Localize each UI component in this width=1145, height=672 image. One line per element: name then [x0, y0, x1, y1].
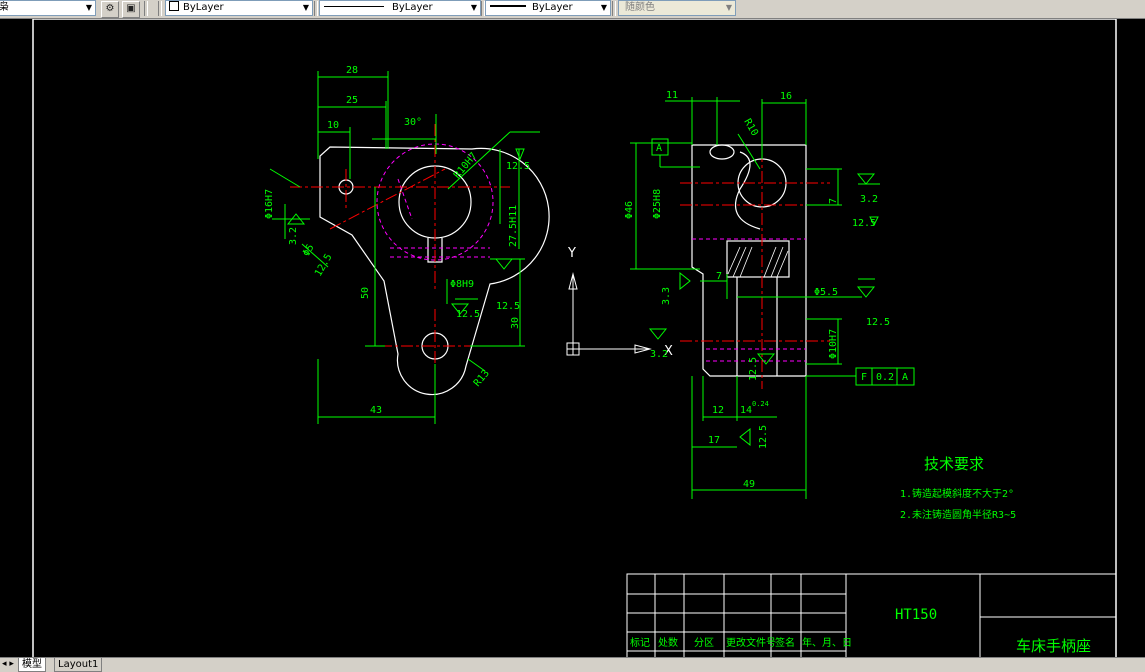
plotstyle-dropdown[interactable]: 随颜色 ▼: [618, 0, 736, 16]
tab-model[interactable]: 模型: [18, 658, 46, 672]
ucs-icon: Y X: [566, 246, 673, 359]
svg-text:分区: 分区: [694, 637, 714, 649]
tab-layout1[interactable]: Layout1: [54, 658, 103, 672]
svg-text:12.5: 12.5: [506, 161, 530, 172]
plotstyle-dropdown-label: 随颜色: [625, 2, 655, 13]
svg-text:更改文件号: 更改文件号: [726, 636, 776, 649]
layer-state-label: 枭: [0, 2, 9, 13]
left-view: 28 25 10 30° R10H7 12.5 Φ16H7 3.2 27.5H1…: [264, 65, 550, 424]
svg-text:25: 25: [346, 95, 358, 106]
svg-text:12.5: 12.5: [852, 218, 876, 229]
svg-text:年、月、日: 年、月、日: [802, 636, 852, 649]
linetype-preview-icon: [324, 6, 384, 7]
svg-text:30: 30: [510, 317, 521, 329]
svg-text:Φ25H8: Φ25H8: [652, 189, 663, 219]
svg-text:Φ10H7: Φ10H7: [828, 329, 839, 359]
svg-text:R13: R13: [472, 368, 492, 389]
svg-text:R10: R10: [741, 117, 760, 138]
svg-text:49: 49: [743, 479, 755, 490]
chevron-down-icon: ▼: [470, 3, 477, 12]
right-view-dims: [630, 97, 915, 499]
svg-text:43: 43: [370, 405, 382, 416]
drawing-canvas[interactable]: 28 25 10 30° R10H7 12.5 Φ16H7 3.2 27.5H1…: [0, 19, 1145, 657]
svg-text:A: A: [902, 372, 908, 383]
right-view: 11 16 R10 A Φ46 Φ25H8 7 3.2 12.5 7 3.3 Φ…: [624, 90, 915, 499]
linetype-dropdown[interactable]: ByLayer ▼: [319, 0, 481, 16]
linetype-dropdown-label: ByLayer: [392, 2, 433, 13]
technical-requirements: 技术要求 1.铸造起模斜度不大于2° 2.未注铸造圆角半径R3~5: [900, 455, 1016, 521]
title-material: HT150: [895, 607, 937, 623]
properties-toolbar: 枭 ▼ ⚙ ▣ ByLayer ▼ ByLayer ▼ ByLayer ▼ 随颜…: [0, 0, 1145, 19]
color-swatch-icon: [169, 1, 179, 11]
tab-nav-arrows-icon[interactable]: ◂ ▸: [2, 658, 14, 671]
svg-text:0.2: 0.2: [876, 372, 894, 383]
lineweight-preview-icon: [490, 5, 526, 7]
toolbar-separator: [612, 1, 616, 16]
svg-text:3.3: 3.3: [661, 287, 672, 305]
svg-text:Φ16H7: Φ16H7: [264, 189, 275, 219]
color-dropdown[interactable]: ByLayer ▼: [165, 0, 313, 16]
title-block-text: HT150 车床手柄座 标记 处数 分区 更改文件号 签名 年、月、日: [630, 607, 1091, 655]
chevron-down-icon: ▼: [600, 3, 607, 12]
svg-text:12: 12: [712, 405, 724, 416]
tech-req-line1: 1.铸造起模斜度不大于2°: [900, 487, 1014, 500]
svg-text:标记: 标记: [630, 637, 650, 649]
svg-text:F: F: [861, 372, 867, 383]
chevron-down-icon: ▼: [302, 3, 309, 12]
svg-text:7: 7: [828, 198, 839, 204]
svg-text:3.2: 3.2: [860, 194, 878, 205]
svg-text:A: A: [656, 143, 662, 154]
svg-text:10: 10: [327, 120, 339, 131]
svg-text:7: 7: [716, 271, 722, 282]
svg-text:12.5: 12.5: [496, 301, 520, 312]
svg-text:11: 11: [666, 90, 678, 101]
right-view-hatch: [727, 246, 789, 278]
color-dropdown-label: ByLayer: [183, 2, 224, 13]
svg-text:17: 17: [708, 435, 720, 446]
layer-previous-icon[interactable]: ▣: [122, 1, 140, 18]
sheet-border: [32, 19, 1117, 657]
chevron-down-icon: ▼: [725, 3, 732, 12]
toolbar-separator: [144, 1, 148, 16]
chevron-down-icon: ▼: [85, 3, 92, 12]
toolbar-separator: [314, 1, 318, 16]
svg-text:R10H7: R10H7: [452, 151, 480, 181]
layout-tabs-bar: ◂ ▸ 模型 Layout1: [0, 657, 1145, 672]
tech-req-line2: 2.未注铸造圆角半径R3~5: [900, 508, 1016, 521]
svg-text:签名: 签名: [775, 636, 795, 649]
lineweight-dropdown[interactable]: ByLayer ▼: [485, 0, 611, 16]
tech-req-title: 技术要求: [924, 455, 984, 473]
svg-text:处数: 处数: [658, 636, 678, 649]
svg-text:12.5: 12.5: [748, 357, 759, 381]
cad-drawing[interactable]: 28 25 10 30° R10H7 12.5 Φ16H7 3.2 27.5H1…: [0, 19, 1145, 657]
svg-text:0.24: 0.24: [752, 400, 769, 408]
svg-text:12.5: 12.5: [758, 425, 769, 449]
layer-state-dropdown[interactable]: 枭 ▼: [0, 0, 96, 16]
lineweight-dropdown-label: ByLayer: [532, 2, 573, 13]
svg-text:28: 28: [346, 65, 358, 76]
svg-text:16: 16: [780, 91, 792, 102]
svg-text:12.5: 12.5: [456, 309, 480, 320]
ucs-y-label: Y: [567, 246, 576, 261]
svg-text:50: 50: [360, 287, 371, 299]
svg-text:Φ5.5: Φ5.5: [814, 287, 838, 298]
svg-text:3.2: 3.2: [288, 227, 299, 245]
svg-text:14: 14: [740, 405, 752, 416]
layer-manager-icon[interactable]: ⚙: [101, 1, 119, 18]
svg-text:30°: 30°: [404, 117, 422, 128]
svg-text:12.5: 12.5: [866, 317, 890, 328]
toolbar-separator: [158, 1, 162, 16]
svg-text:Φ46: Φ46: [624, 201, 635, 219]
svg-text:3.2: 3.2: [650, 349, 668, 360]
svg-text:27.5H11: 27.5H11: [508, 205, 519, 247]
title-part-name: 车床手柄座: [1016, 637, 1091, 655]
svg-text:Φ8H9: Φ8H9: [450, 279, 474, 290]
right-view-dim-text: 11 16 R10 A Φ46 Φ25H8 7 3.2 12.5 7 3.3 Φ…: [624, 90, 908, 490]
